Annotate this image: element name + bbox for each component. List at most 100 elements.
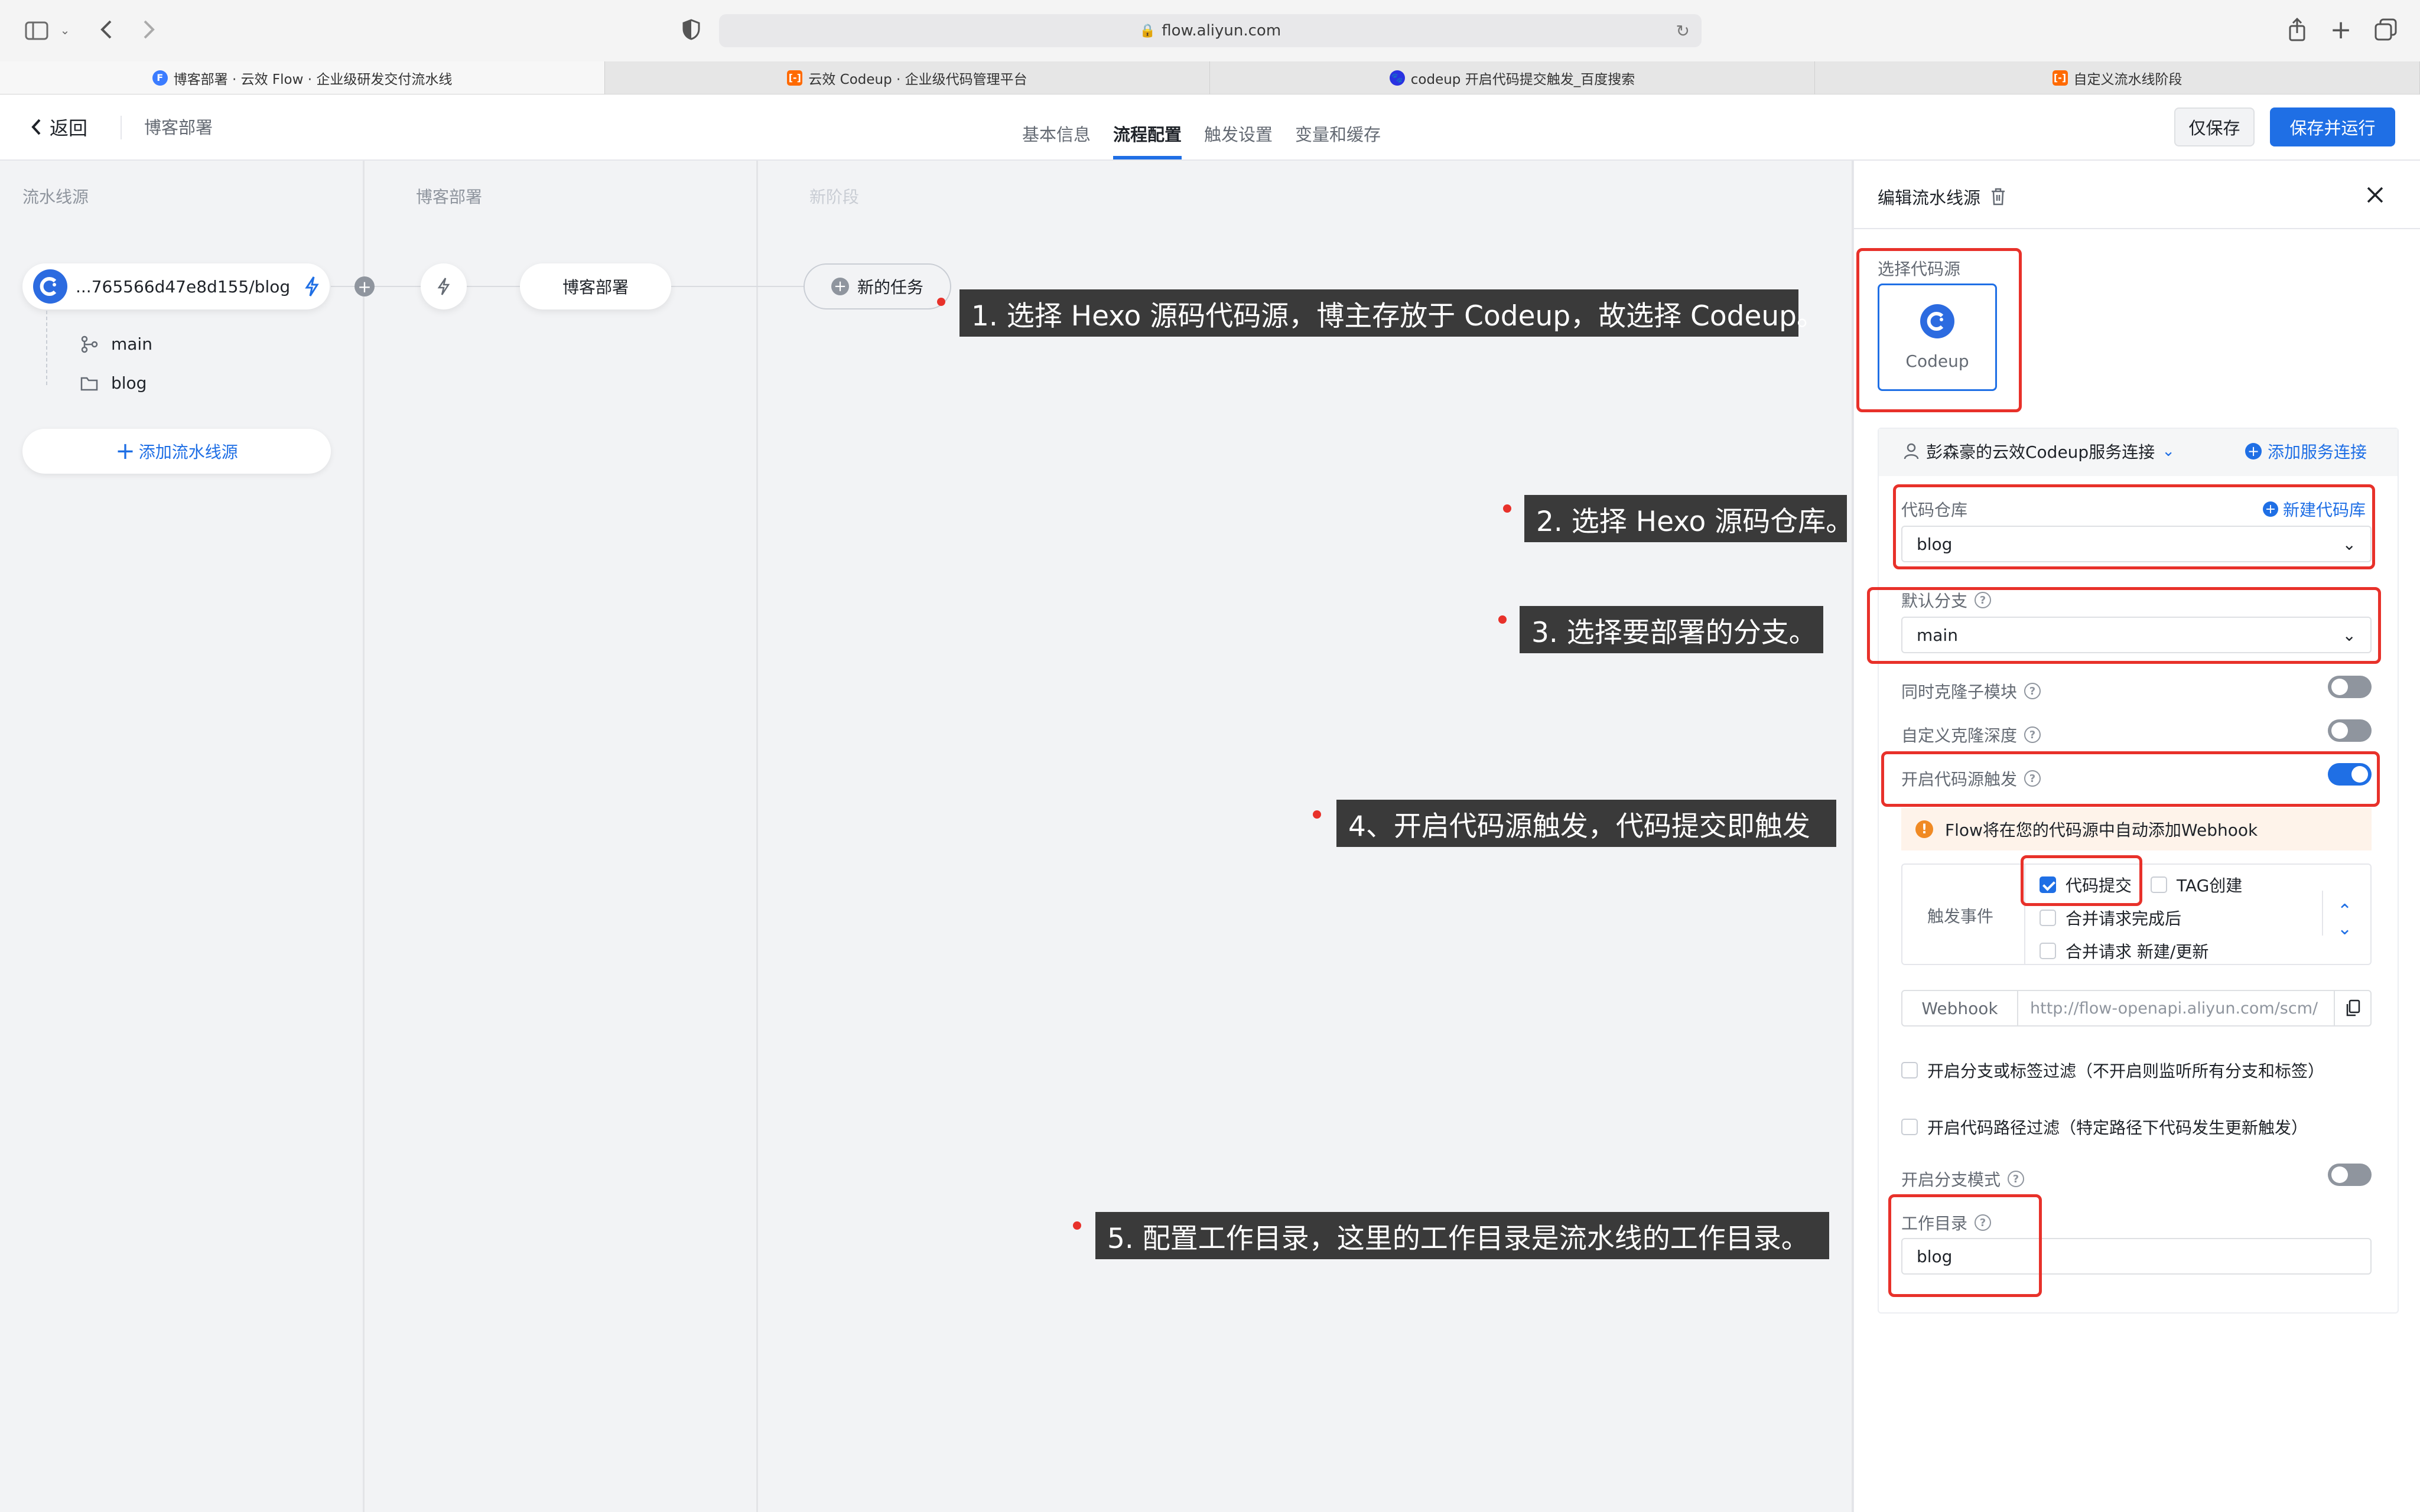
path-filter-checkbox[interactable]: 开启代码路径过滤（特定路径下代码发生更新触发） xyxy=(1901,1115,2308,1139)
webhook-url[interactable]: http://flow-openapi.aliyun.com/scm/ xyxy=(2018,999,2334,1018)
new-tab-icon[interactable]: + xyxy=(2329,15,2353,45)
webhook-label: Webhook xyxy=(1902,991,2018,1025)
event-merge-new-label: 合并请求 新建/更新 xyxy=(2066,942,2209,962)
save-and-run-button[interactable]: 保存并运行 xyxy=(2270,107,2395,146)
annotation-box-commit xyxy=(2021,855,2142,906)
checkbox[interactable] xyxy=(1901,1119,1918,1135)
tab-overview-icon[interactable] xyxy=(2373,17,2399,43)
forward-arrow-icon[interactable] xyxy=(137,17,161,43)
branch-filter-label: 开启分支或标签过滤（不开启则监听所有分支和标签） xyxy=(1927,1061,2325,1081)
divider xyxy=(121,116,122,139)
column-title-new-stage: 新阶段 xyxy=(809,187,860,207)
annotation-dot xyxy=(1073,1221,1081,1230)
codeup-icon: [-] xyxy=(787,70,803,86)
browser-tab-flow[interactable]: F 博客部署 · 云效 Flow · 企业级研发交付流水线 xyxy=(0,61,605,94)
back-arrow-icon[interactable] xyxy=(95,17,118,43)
add-service-connection-link[interactable]: + 添加服务连接 xyxy=(2245,439,2367,463)
user-icon xyxy=(1904,443,1919,460)
reload-icon[interactable]: ↻ xyxy=(1676,21,1690,41)
checkbox[interactable] xyxy=(1901,1062,1918,1078)
event-tag-label: TAG创建 xyxy=(2177,876,2243,895)
browser-tab-codeup[interactable]: [-] 云效 Codeup · 企业级代码管理平台 xyxy=(605,61,1210,94)
stage-task-node[interactable]: 博客部署 xyxy=(520,263,671,309)
panel-header-divider xyxy=(1854,228,2420,229)
webhook-field: Webhook http://flow-openapi.aliyun.com/s… xyxy=(1901,990,2372,1027)
source-workdir: blog xyxy=(80,373,147,393)
close-icon[interactable] xyxy=(2366,185,2385,204)
plus-icon: + xyxy=(115,438,135,465)
browser-tab-baidu[interactable]: 🐾 codeup 开启代码提交触发_百度搜索 xyxy=(1210,61,1815,94)
divider xyxy=(2322,891,2323,936)
callout-4: 4、开启代码源触发，代码提交即触发 xyxy=(1336,800,1836,847)
browser-tab-custom-stage[interactable]: [-] 自定义流水线阶段 xyxy=(1815,61,2420,94)
codeup-logo-icon xyxy=(33,269,67,304)
chevron-down-icon[interactable]: ⌄ xyxy=(58,21,72,39)
tab-basic-info[interactable]: 基本信息 xyxy=(1022,106,1091,161)
add-source-button[interactable]: + 添加流水线源 xyxy=(22,429,331,474)
url-text: flow.aliyun.com xyxy=(1162,22,1281,40)
callout-5: 5. 配置工作目录，这里的工作目录是流水线的工作目录。 xyxy=(1095,1212,1829,1259)
save-only-button[interactable]: 仅保存 xyxy=(2174,107,2255,146)
add-source-label: 添加流水线源 xyxy=(138,442,238,462)
plus-circle-icon: + xyxy=(831,278,849,295)
source-node[interactable]: ...765566d47e8d155/blog xyxy=(22,263,330,309)
tab-variables-cache[interactable]: 变量和缓存 xyxy=(1295,106,1381,161)
service-connection-select[interactable]: 彭森豪的云效Codeup服务连接 ⌄ xyxy=(1904,439,2175,463)
connector-line xyxy=(671,286,804,287)
clone-depth-toggle[interactable] xyxy=(2328,719,2372,742)
source-branch: main xyxy=(80,334,152,354)
checkbox[interactable] xyxy=(2040,910,2056,926)
column-title-stage: 博客部署 xyxy=(416,187,483,207)
annotation-dot xyxy=(1498,615,1507,624)
checkbox[interactable] xyxy=(2151,876,2167,893)
copy-icon[interactable] xyxy=(2334,991,2370,1025)
new-task-button[interactable]: + 新的任务 xyxy=(804,263,951,309)
branch-mode-text: 开启分支模式 xyxy=(1901,1170,2001,1190)
tab-trigger-settings[interactable]: 触发设置 xyxy=(1204,106,1273,161)
webhook-notice-text: Flow将在您的代码源中自动添加Webhook xyxy=(1945,820,2258,840)
warning-icon: ! xyxy=(1915,820,1933,838)
column-divider xyxy=(363,161,365,1512)
event-tag-checkbox[interactable]: TAG创建 xyxy=(2151,873,2242,897)
browser-tab-bar: F 博客部署 · 云效 Flow · 企业级研发交付流水线 [-] 云效 Cod… xyxy=(0,61,2420,94)
branch-name: main xyxy=(111,334,152,354)
event-merge-done-checkbox[interactable]: 合并请求完成后 xyxy=(2040,906,2181,930)
pipeline-name: 博客部署 xyxy=(144,118,213,138)
back-button[interactable]: 返回 xyxy=(31,112,87,142)
codeup-icon: [-] xyxy=(2052,70,2068,86)
lightning-icon xyxy=(437,278,450,295)
clone-depth-label: 自定义克隆深度 ? xyxy=(1901,723,2041,747)
flow-icon: F xyxy=(152,70,168,86)
privacy-shield-icon[interactable] xyxy=(679,18,703,41)
annotation-box-workdir xyxy=(1888,1194,2042,1297)
add-stage-icon[interactable]: + xyxy=(354,276,375,296)
clone-submodule-label: 同时克隆子模块 ? xyxy=(1901,679,2041,703)
chevron-left-icon xyxy=(31,119,41,135)
stage-trigger-node[interactable] xyxy=(421,263,467,309)
annotation-box-trigger xyxy=(1881,751,2380,807)
trash-icon[interactable] xyxy=(1990,187,2006,206)
tree-line xyxy=(46,311,47,385)
checkbox[interactable] xyxy=(2040,943,2056,959)
callout-3: 3. 选择要部署的分支。 xyxy=(1520,606,1823,653)
help-icon[interactable]: ? xyxy=(2024,683,2041,699)
help-icon[interactable]: ? xyxy=(2008,1171,2025,1187)
clone-submodule-toggle[interactable] xyxy=(2328,676,2372,698)
collapse-icon[interactable]: ⌃ ⌄ xyxy=(2337,902,2352,938)
column-divider xyxy=(756,161,758,1512)
clone-submodule-text: 同时克隆子模块 xyxy=(1901,682,2018,702)
branch-filter-checkbox[interactable]: 开启分支或标签过滤（不开启则监听所有分支和标签） xyxy=(1901,1058,2324,1082)
callout-2: 2. 选择 Hexo 源码仓库。 xyxy=(1524,495,1853,542)
help-icon[interactable]: ? xyxy=(2024,726,2041,743)
annotation-box-repo xyxy=(1893,484,2375,569)
branch-mode-toggle[interactable] xyxy=(2328,1164,2372,1186)
baidu-icon: 🐾 xyxy=(1389,70,1405,86)
folder-icon xyxy=(80,377,98,390)
plus-circle-icon: + xyxy=(2245,443,2262,460)
tab-flow-config[interactable]: 流程配置 xyxy=(1113,106,1182,161)
event-merge-new-checkbox[interactable]: 合并请求 新建/更新 xyxy=(2040,939,2208,963)
address-bar[interactable]: 🔒 flow.aliyun.com ↻ xyxy=(719,14,1702,47)
sidebar-toggle-icon[interactable] xyxy=(24,18,50,44)
share-icon[interactable] xyxy=(2285,15,2309,44)
annotation-box-source xyxy=(1856,248,2022,412)
